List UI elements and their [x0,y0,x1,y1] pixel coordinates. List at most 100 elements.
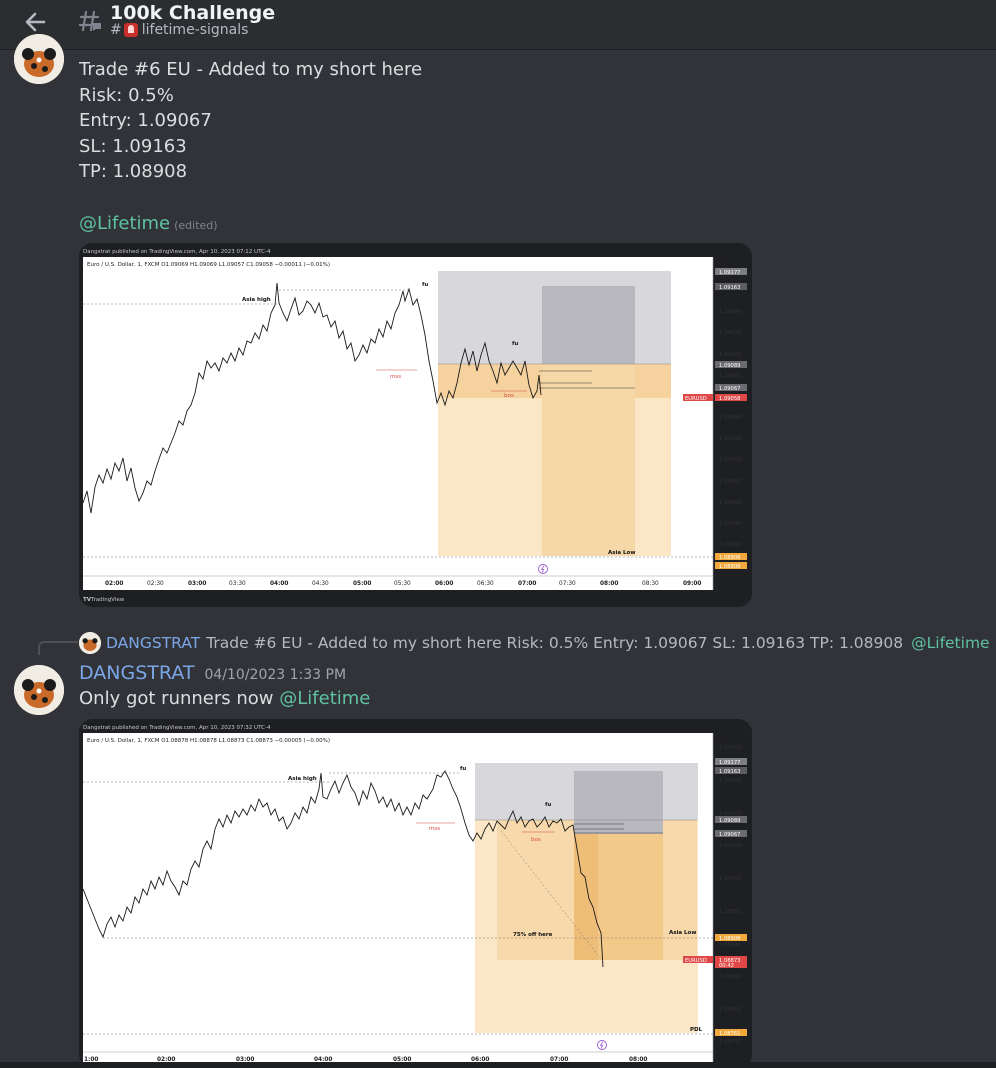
tradingview-chart: Dangstrat published on TradingView.com, … [79,243,752,607]
parent-channel-name: lifetime-signals [141,22,249,38]
y-tick: 1.09000 [719,457,742,463]
y-tick: 1.08940 [719,521,742,527]
symbol-tag: EURUSD [685,396,707,402]
x-tick: 07:30 [559,581,576,587]
chart-label-fu: fu [545,802,551,808]
message-line: TP: 1.08908 [79,161,188,183]
role-mention[interactable]: @Lifetime [79,213,170,234]
reply-spine [38,641,78,655]
tradingview-chart: Dangstrat published on TradingView.com, … [79,719,752,1068]
message-body: Trade #6 EU - Added to my short here Ris… [79,57,422,238]
message-header: DANGSTRAT 04/10/2023 1:33 PM [79,662,346,684]
price-tag: 1.08908 [719,555,740,561]
chart-label-pdl: PDL [690,1027,703,1033]
x-tick: 05:00 [353,581,371,587]
price-tag: 1.08900 [719,942,740,948]
reply-avatar [79,632,101,654]
price-tag: 1.09089 [719,363,740,369]
y-tick: 1.08980 [719,479,742,485]
x-tick: 08:00 [600,581,618,587]
x-tick: 02:30 [147,581,164,587]
axis-currency: USD [719,261,731,267]
y-tick: 1.08800 [719,1007,742,1013]
chart-label-fu: fu [422,282,428,288]
axis-currency: USD [719,737,731,743]
y-tick: 1.09100 [719,352,742,358]
message-line: SL: 1.09163 [79,135,187,157]
chart-label-fu: fu [460,766,466,772]
message-line: Entry: 1.09067 [79,110,212,132]
author-name[interactable]: DANGSTRAT [79,662,194,684]
message-text: Only got runners now [79,688,274,709]
y-tick: 1.09020 [719,436,742,442]
x-tick: 06:30 [477,581,494,587]
avatar[interactable] [14,665,64,715]
chart-label-75-off: 75% off here [513,932,553,938]
chart-label-asia-high: Asia high [242,297,271,303]
avatar[interactable] [14,34,64,84]
y-tick: 1.09150 [719,778,742,784]
y-tick: 1.09140 [719,309,742,315]
chart-ohlc-text: Euro / U.S. Dollar, 1, FXCM O1.08878 H1.… [87,738,330,744]
chart-label-asia-high: Asia high [288,776,317,782]
reply-author[interactable]: DANGSTRAT [106,634,200,652]
chart-label-bos: bos [531,837,541,843]
chart-image-embed[interactable]: Dangstrat published on TradingView.com, … [79,243,752,607]
y-tick: 1.08750 [719,1039,742,1045]
role-mention[interactable]: @Lifetime [279,688,370,709]
x-tick: 03:00 [188,581,206,587]
y-tick: 1.08950 [719,909,742,915]
bottom-bar [0,1062,996,1068]
x-tick: 08:30 [642,581,659,587]
price-tag: 1.08908 [719,564,740,570]
y-tick: 1.08920 [719,542,742,548]
price-tag: 1.09089 [719,818,740,824]
x-tick: 02:00 [105,581,123,587]
chart-image-embed[interactable]: Dangstrat published on TradingView.com, … [79,719,752,1068]
thread-hash-icon [78,10,101,32]
chart-label-fu: fu [512,341,518,347]
price-tag: 1.08761 [719,1031,740,1037]
y-tick: 1.09050 [719,843,742,849]
y-tick: 1.09200 [719,745,742,751]
channel-title[interactable]: 100k Challenge [110,2,275,24]
countdown-tag: 00:42 [719,963,734,969]
x-tick: 09:00 [683,581,701,587]
tradingview-logo-icon: TV [83,597,92,603]
y-tick: 1.09080 [719,373,742,379]
symbol-tag: EURUSD [685,958,707,964]
chart-label-bos: bos [504,393,514,399]
chart-published-text: Dangstrat published on TradingView.com, … [83,725,271,731]
tradingview-footer: TradingView [90,597,125,603]
message-line: Risk: 0.5% [79,84,174,106]
hash-symbol: # [110,22,122,38]
chart-label-asia-low: Asia Low [669,930,696,936]
chart-label-mss: mss [429,826,440,832]
y-tick: 1.09000 [719,876,742,882]
message-line: Trade #6 EU - Added to my short here [79,59,423,80]
reply-text: Trade #6 EU - Added to my short here Ris… [206,634,904,652]
chart-label-asia-low: Asia Low [608,550,635,556]
price-tag: 1.09177 [719,760,740,766]
price-tag: 1.09163 [719,285,740,291]
y-tick: 1.09120 [719,330,742,336]
y-tick: 1.08850 [719,974,742,980]
x-tick: 06:00 [435,581,453,587]
price-tag: 1.09067 [719,832,740,838]
parent-channel[interactable]: # lifetime-signals [110,22,248,38]
x-tick: 04:00 [270,581,288,587]
role-mention[interactable]: @Lifetime [911,634,989,652]
timestamp: 04/10/2023 1:33 PM [204,667,347,683]
channel-header: 100k Challenge # lifetime-signals [0,0,996,50]
price-tag: 1.09058 [719,396,740,402]
edited-tag: (edited) [174,218,218,232]
message-body: Only got runners now @Lifetime [79,688,370,709]
x-tick: 07:00 [518,581,536,587]
x-tick: 03:30 [229,581,246,587]
y-tick: 1.09040 [719,415,742,421]
reply-reference[interactable]: DANGSTRAT Trade #6 EU - Added to my shor… [79,632,990,654]
x-tick: 04:30 [312,581,329,587]
y-tick: 1.08960 [719,500,742,506]
price-tag: 1.09163 [719,769,740,775]
price-tag: 1.09067 [719,386,740,392]
